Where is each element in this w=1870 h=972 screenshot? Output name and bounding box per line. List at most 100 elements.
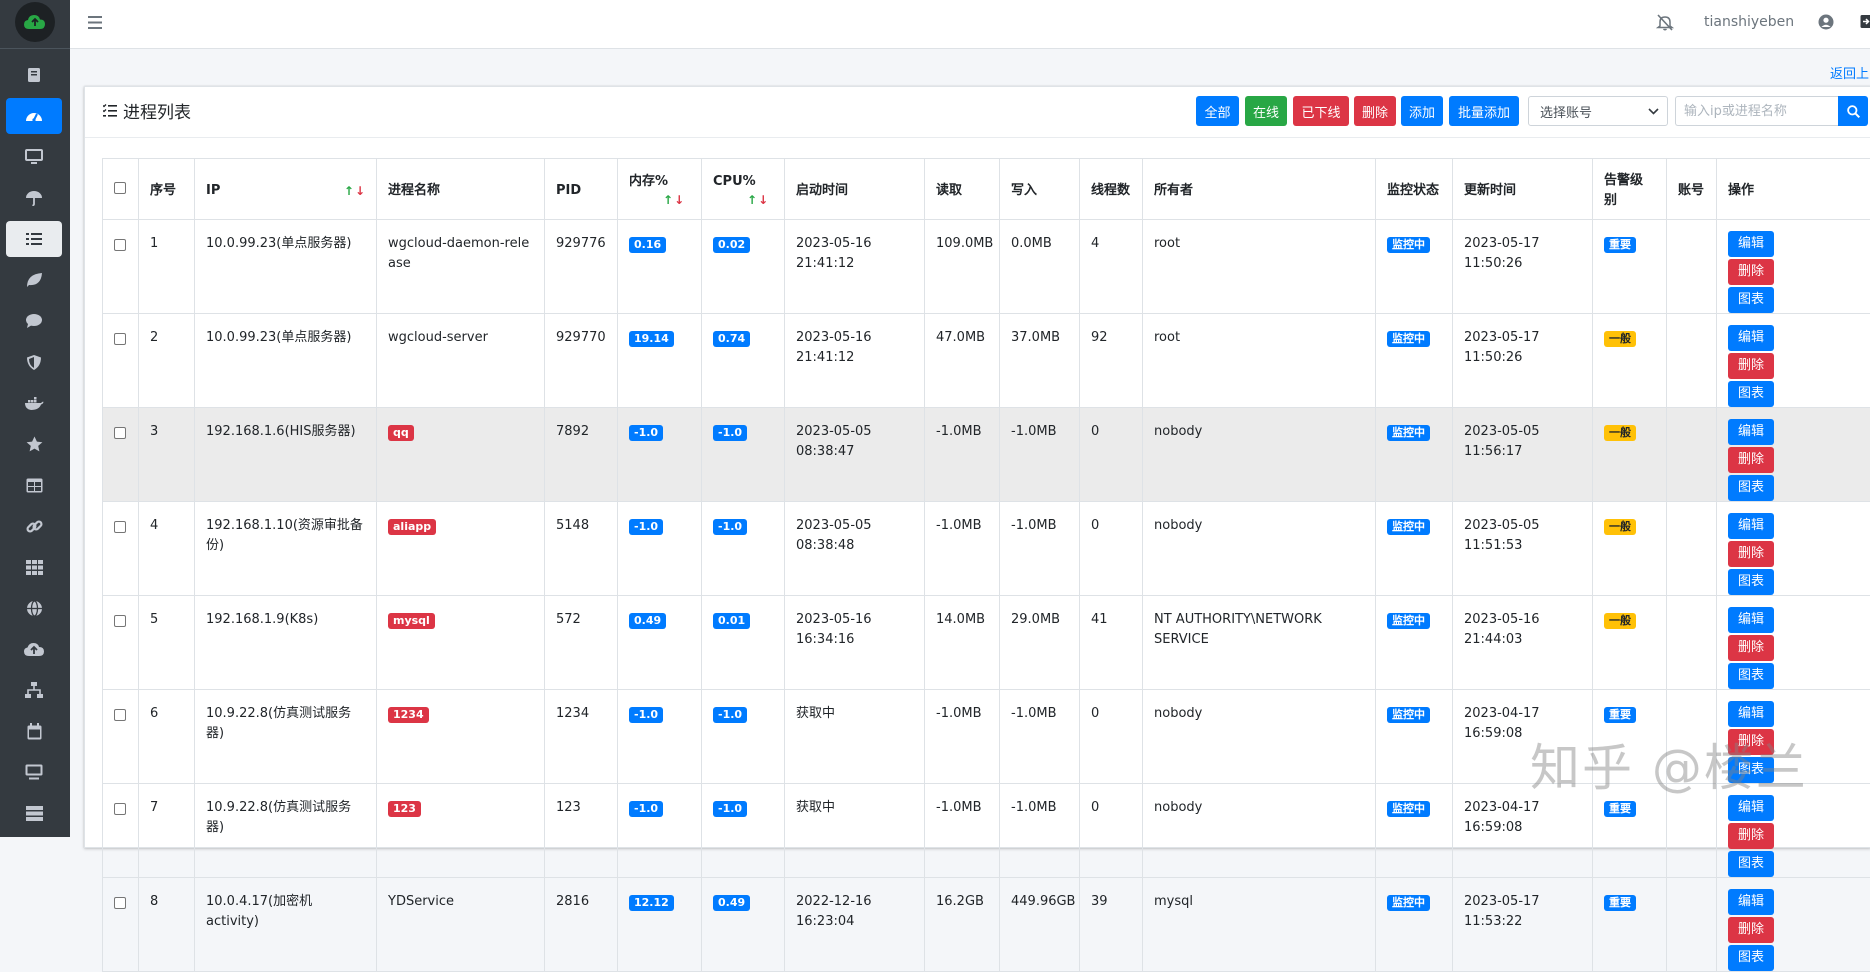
bell-slash-icon[interactable]	[1656, 14, 1674, 35]
sidebar-item-desktop[interactable]	[6, 139, 62, 175]
name-cell: aliapp	[377, 502, 545, 596]
sidebar-item-monitor[interactable]	[6, 754, 62, 790]
sidebar-item-docker[interactable]	[6, 385, 62, 421]
monitor-cell: 监控中	[1376, 878, 1453, 972]
edit-button[interactable]: 编辑	[1728, 325, 1774, 351]
ops-cell: 编辑删除图表	[1717, 690, 1870, 784]
row-delete-button[interactable]: 删除	[1728, 447, 1774, 473]
cpu-cell: 0.01	[702, 596, 785, 690]
sort-arrows-icon[interactable]: ↑↓	[747, 191, 768, 209]
row-checkbox[interactable]	[114, 897, 126, 909]
row-delete-button[interactable]: 删除	[1728, 917, 1774, 943]
sidebar-item-table[interactable]	[6, 467, 62, 503]
sidebar-item-umbrella[interactable]	[6, 180, 62, 216]
sidebar-item-globe[interactable]	[6, 590, 62, 626]
row-delete-button[interactable]: 删除	[1728, 823, 1774, 849]
ops-cell: 编辑删除图表	[1717, 596, 1870, 690]
chart-button[interactable]: 图表	[1728, 381, 1774, 407]
sidebar-item-calendar[interactable]	[6, 713, 62, 749]
sort-arrows-icon[interactable]: ↑↓	[663, 191, 684, 209]
row-delete-button[interactable]: 删除	[1728, 635, 1774, 661]
chart-button[interactable]: 图表	[1728, 569, 1774, 595]
chart-button[interactable]: 图表	[1728, 757, 1774, 783]
col-mem[interactable]: 内存%↑↓	[618, 159, 702, 220]
threads-cell: 4	[1080, 220, 1143, 314]
account-select[interactable]: 选择账号	[1528, 96, 1668, 126]
user-circle-icon[interactable]	[1818, 14, 1834, 34]
name-cell: YDService	[377, 878, 545, 972]
updated-cell: 2023-05-05 11:56:17	[1453, 408, 1593, 502]
table-row: 610.9.22.8(仿真测试服务器)12341234-1.0-1.0获取中-1…	[103, 690, 1870, 784]
row-delete-button[interactable]: 删除	[1728, 353, 1774, 379]
start-time-cell: 2023-05-16 21:41:12	[785, 220, 925, 314]
chart-button[interactable]: 图表	[1728, 851, 1774, 877]
row-checkbox[interactable]	[114, 709, 126, 721]
sidebar-item-cloud-upload[interactable]	[6, 631, 62, 667]
process-name-badge: aliapp	[388, 519, 436, 535]
sidebar-item-star[interactable]	[6, 426, 62, 462]
sidebar-item-server[interactable]	[6, 795, 62, 831]
row-delete-button[interactable]: 删除	[1728, 541, 1774, 567]
row-checkbox[interactable]	[114, 427, 126, 439]
sidebar-item-link[interactable]	[6, 508, 62, 544]
col-cpu[interactable]: CPU%↑↓	[702, 159, 785, 220]
filter-online-button[interactable]: 在线	[1245, 96, 1287, 126]
edit-button[interactable]: 编辑	[1728, 231, 1774, 257]
ops-cell: 编辑删除图表	[1717, 408, 1870, 502]
sidebar-item-book[interactable]	[6, 57, 62, 93]
col-pid: PID	[545, 159, 618, 220]
sidebar-item-process-list[interactable]	[6, 221, 62, 257]
list-check-icon	[103, 104, 117, 117]
menu-toggle-icon[interactable]	[88, 16, 102, 33]
select-all-checkbox[interactable]	[114, 182, 126, 194]
row-select-cell	[103, 408, 139, 502]
chart-button[interactable]: 图表	[1728, 287, 1774, 313]
back-link[interactable]: 返回上	[1830, 63, 1869, 82]
edit-button[interactable]: 编辑	[1728, 419, 1774, 445]
row-checkbox[interactable]	[114, 239, 126, 251]
search-button[interactable]	[1838, 96, 1868, 126]
ops-cell: 编辑删除图表	[1717, 784, 1870, 878]
ops-cell: 编辑删除图表	[1717, 314, 1870, 408]
cpu-badge: -1.0	[713, 519, 747, 535]
select-all-cell	[103, 159, 139, 220]
chart-button[interactable]: 图表	[1728, 475, 1774, 501]
sort-arrows-icon[interactable]: ↑↓	[344, 181, 365, 201]
username-label[interactable]: tianshiyeben	[1704, 14, 1794, 30]
row-checkbox[interactable]	[114, 803, 126, 815]
edit-button[interactable]: 编辑	[1728, 513, 1774, 539]
sidebar-item-leaf[interactable]	[6, 262, 62, 298]
sidebar-item-shield[interactable]	[6, 344, 62, 380]
filter-all-button[interactable]: 全部	[1196, 96, 1239, 126]
row-checkbox[interactable]	[114, 615, 126, 627]
table-row: 810.0.4.17(加密机activity)YDService281612.1…	[103, 878, 1870, 972]
col-name: 进程名称	[377, 159, 545, 220]
edit-button[interactable]: 编辑	[1728, 795, 1774, 821]
delete-button[interactable]: 删除	[1354, 96, 1396, 126]
exit-icon[interactable]	[1860, 14, 1870, 34]
cpu-badge: 0.49	[713, 895, 750, 911]
col-ip[interactable]: IP↑↓	[195, 159, 377, 220]
edit-button[interactable]: 编辑	[1728, 889, 1774, 915]
chart-button[interactable]: 图表	[1728, 945, 1774, 971]
row-checkbox[interactable]	[114, 333, 126, 345]
sidebar-item-network[interactable]	[6, 672, 62, 708]
cpu-cell: -1.0	[702, 502, 785, 596]
search-input[interactable]	[1675, 96, 1838, 126]
row-delete-button[interactable]: 删除	[1728, 729, 1774, 755]
mem-badge: -1.0	[629, 707, 663, 723]
logo-icon[interactable]	[15, 2, 55, 42]
sidebar-item-grid[interactable]	[6, 549, 62, 585]
sidebar-item-comment[interactable]	[6, 303, 62, 339]
row-checkbox[interactable]	[114, 521, 126, 533]
batch-add-button[interactable]: 批量添加	[1449, 96, 1519, 126]
account-cell	[1667, 784, 1717, 878]
edit-button[interactable]: 编辑	[1728, 701, 1774, 727]
filter-offline-button[interactable]: 已下线	[1293, 96, 1349, 126]
edit-button[interactable]: 编辑	[1728, 607, 1774, 633]
top-navbar: tianshiyeben	[70, 0, 1870, 49]
sidebar-item-dashboard[interactable]	[6, 98, 62, 134]
add-button[interactable]: 添加	[1401, 96, 1443, 126]
row-delete-button[interactable]: 删除	[1728, 259, 1774, 285]
chart-button[interactable]: 图表	[1728, 663, 1774, 689]
